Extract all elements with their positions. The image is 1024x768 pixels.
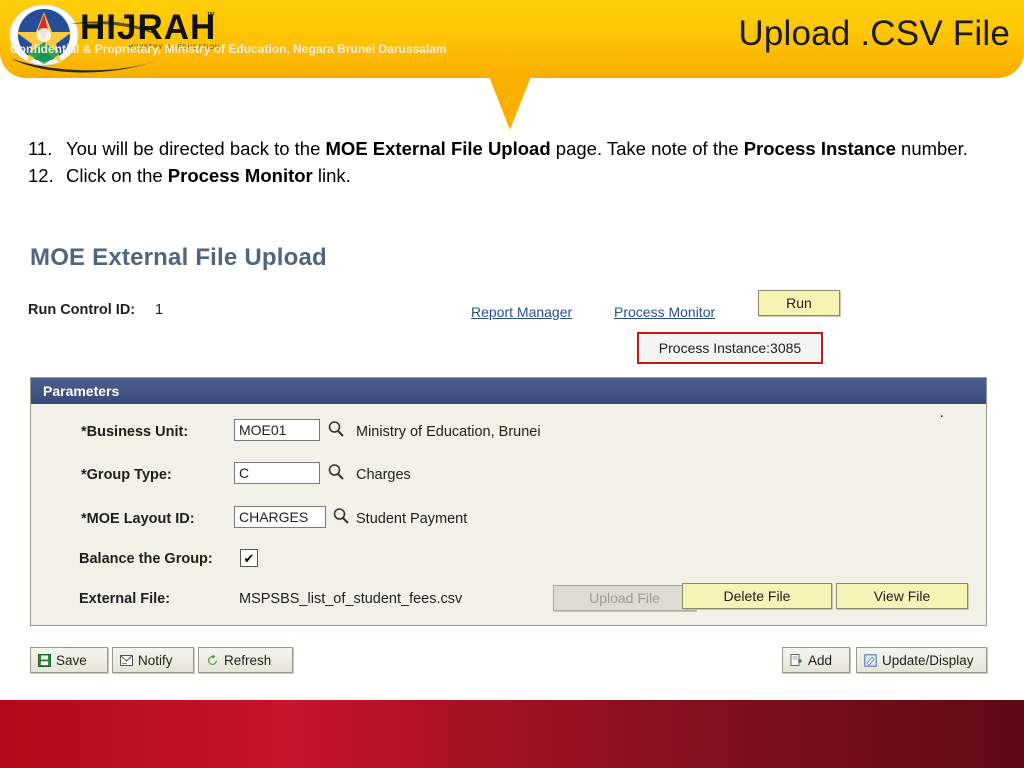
text-part-bold: Process Instance <box>743 138 896 159</box>
instruction-list: 11. You will be directed back to the MOE… <box>28 135 1000 190</box>
list-item-text: You will be directed back to the MOE Ext… <box>66 135 1000 162</box>
list-item-text: Click on the Process Monitor link. <box>66 162 1000 189</box>
hijrah-logo: HIJRAH ™ MINISTRY OF EDUCATION <box>8 2 238 74</box>
business-unit-label: *Business Unit: <box>81 424 189 440</box>
logo-trademark: ™ <box>206 10 215 20</box>
lookup-magnifier-icon[interactable] <box>327 420 345 438</box>
balance-group-checkbox[interactable]: ✔ <box>240 549 258 567</box>
peoplesoft-screenshot: MOE External File Upload Run Control ID:… <box>0 232 1024 700</box>
refresh-arrows-icon <box>206 653 219 667</box>
moe-layout-id-input[interactable]: CHARGES <box>234 506 326 528</box>
text-part-bold: Process Monitor <box>167 165 313 187</box>
list-item: 11. You will be directed back to the MOE… <box>28 135 1000 162</box>
business-unit-input[interactable]: MOE01 <box>234 419 320 441</box>
view-file-button[interactable]: View File <box>836 583 968 609</box>
update-display-button[interactable]: Update/Display <box>856 647 987 673</box>
panel-corner-dot: . <box>939 404 944 421</box>
balance-group-label: Balance the Group: <box>79 551 213 567</box>
notify-button-label: Notify <box>138 652 173 668</box>
run-button[interactable]: Run <box>758 290 840 316</box>
run-control-value: 1 <box>155 302 164 318</box>
header-speech-tail <box>488 74 532 130</box>
list-item: 12. Click on the Process Monitor link. <box>28 162 1000 189</box>
footer-confidentiality-text: Confidential & Proprietary, Ministry of … <box>10 42 447 56</box>
group-type-description: Charges <box>356 467 411 483</box>
business-unit-description: Ministry of Education, Brunei <box>356 424 541 440</box>
list-item-number: 12. <box>28 165 54 187</box>
refresh-button-label: Refresh <box>224 652 272 668</box>
lookup-magnifier-icon[interactable] <box>332 507 350 525</box>
text-part: number. <box>895 138 968 159</box>
delete-file-button[interactable]: Delete File <box>682 583 832 609</box>
external-file-label: External File: <box>79 591 171 607</box>
update-display-button-label: Update/Display <box>882 652 974 668</box>
notify-button[interactable]: Notify <box>112 647 194 673</box>
process-instance-callout: Process Instance:3085 <box>637 332 823 364</box>
footer-banner <box>0 700 1024 768</box>
page-title: Upload .CSV File <box>738 14 1010 53</box>
run-control-label: Run Control ID: <box>28 302 136 318</box>
text-part: Click on the <box>66 165 168 187</box>
upload-file-button: Upload File <box>553 585 696 611</box>
process-monitor-link[interactable]: Process Monitor <box>614 304 715 320</box>
text-part-bold: MOE External File Upload <box>325 138 551 159</box>
external-file-name: MSPSBS_list_of_student_fees.csv <box>239 591 463 607</box>
save-button-label: Save <box>56 652 87 668</box>
screenshot-page-title: MOE External File Upload <box>30 244 327 271</box>
lookup-magnifier-icon[interactable] <box>327 463 345 481</box>
moe-layout-id-label: *MOE Layout ID: <box>81 511 195 527</box>
update-display-icon <box>864 653 877 667</box>
refresh-button[interactable]: Refresh <box>198 647 293 673</box>
text-part: link. <box>312 165 351 187</box>
text-part: You will be directed back to the <box>66 138 326 159</box>
report-manager-link[interactable]: Report Manager <box>471 304 572 320</box>
add-button[interactable]: Add <box>782 647 850 673</box>
parameters-panel-header: Parameters <box>31 378 986 404</box>
list-item-number: 11. <box>28 138 53 159</box>
group-type-input[interactable]: C <box>234 462 320 484</box>
group-type-label: *Group Type: <box>81 467 172 483</box>
parameters-panel: Parameters . *Business Unit: MOE01 Minis… <box>30 377 987 626</box>
save-button[interactable]: Save <box>30 647 108 673</box>
add-page-icon <box>790 653 803 667</box>
add-button-label: Add <box>808 652 833 668</box>
moe-layout-id-description: Student Payment <box>356 511 468 527</box>
notify-envelope-icon <box>120 654 133 667</box>
save-disk-icon <box>38 653 51 667</box>
text-part: page. Take note of the <box>550 138 744 159</box>
